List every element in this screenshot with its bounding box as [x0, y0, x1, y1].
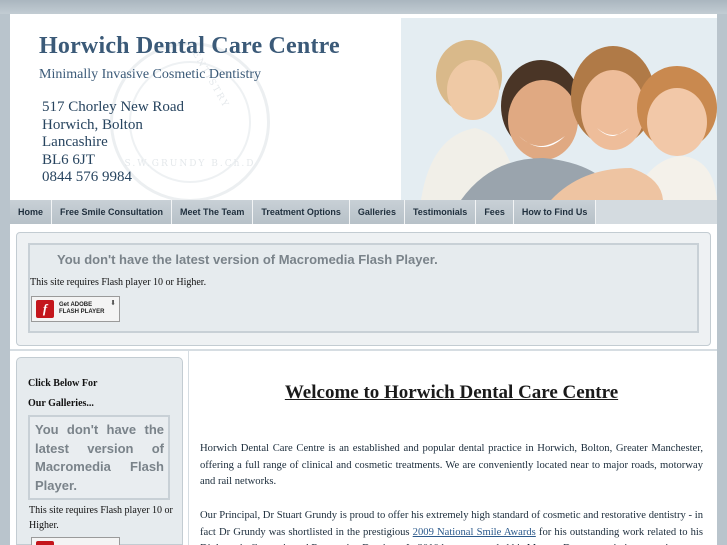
nav-free-smile-consultation[interactable]: Free Smile Consultation — [52, 200, 173, 224]
sidebar-flash-note: This site requires Flash player 10 or Hi… — [29, 505, 173, 531]
top-strip — [0, 0, 727, 14]
site-title: Horwich Dental Care Centre — [39, 33, 340, 59]
get-flash-line2: FLASH PLAYER — [59, 309, 105, 315]
family-photo — [401, 18, 717, 200]
nav-galleries[interactable]: Galleries — [349, 200, 405, 224]
nav-meet-the-team[interactable]: Meet The Team — [172, 200, 254, 224]
nav-testimonials[interactable]: Testimonials — [404, 200, 477, 224]
intro-paragraph: Horwich Dental Care Centre is an establi… — [200, 443, 703, 487]
address-street: 517 Chorley New Road — [42, 99, 185, 115]
adobe-flash-logo-icon — [36, 541, 54, 545]
site-tagline: Minimally Invasive Cosmetic Dentistry — [39, 67, 262, 82]
download-arrow-icon: ⬇ — [110, 299, 116, 307]
get-flash-label: Get ADOBE FLASH PLAYER — [59, 302, 104, 316]
get-flash-player-button[interactable]: f Get ADOBE FLASH PLAYER ⬇ — [31, 296, 120, 322]
address-county: Lancashire — [42, 134, 108, 150]
get-flash-line1: Get ADOBE — [59, 302, 93, 308]
flash-missing-message: You don't have the latest version of Mac… — [57, 252, 438, 267]
address-block: 517 Chorley New Road Horwich, Bolton Lan… — [42, 99, 184, 187]
sidebar-heading-line2: Our Galleries... — [28, 398, 94, 409]
nav-how-to-find-us[interactable]: How to Find Us — [513, 200, 597, 224]
phone-number: 0844 576 9984 — [42, 169, 132, 185]
nav-treatment-options[interactable]: Treatment Options — [253, 200, 350, 224]
sidebar-flash-message: You don't have the latest version of Mac… — [35, 422, 164, 493]
content-divider — [10, 349, 717, 351]
flash-requirement-note: This site requires Flash player 10 or Hi… — [30, 277, 207, 288]
sidebar-heading-line1: Click Below For — [28, 378, 98, 389]
welcome-heading: Welcome to Horwich Dental Care Centre — [284, 382, 619, 403]
address-postcode: BL6 6JT — [42, 151, 95, 168]
nav-fees[interactable]: Fees — [476, 200, 514, 224]
nav-home[interactable]: Home — [10, 200, 53, 224]
adobe-flash-logo-icon: f — [36, 300, 54, 318]
address-town: Horwich, Bolton — [42, 116, 143, 133]
national-smile-awards-link[interactable]: 2009 National Smile Awards — [413, 527, 536, 538]
sidebar-heading: Click Below For Our Galleries... — [28, 374, 97, 414]
sidebar-get-flash-button[interactable] — [31, 537, 120, 545]
main-nav: Home Free Smile Consultation Meet The Te… — [10, 200, 717, 224]
principal-paragraph: Our Principal, Dr Stuart Grundy is proud… — [200, 508, 703, 545]
column-divider — [188, 351, 189, 545]
